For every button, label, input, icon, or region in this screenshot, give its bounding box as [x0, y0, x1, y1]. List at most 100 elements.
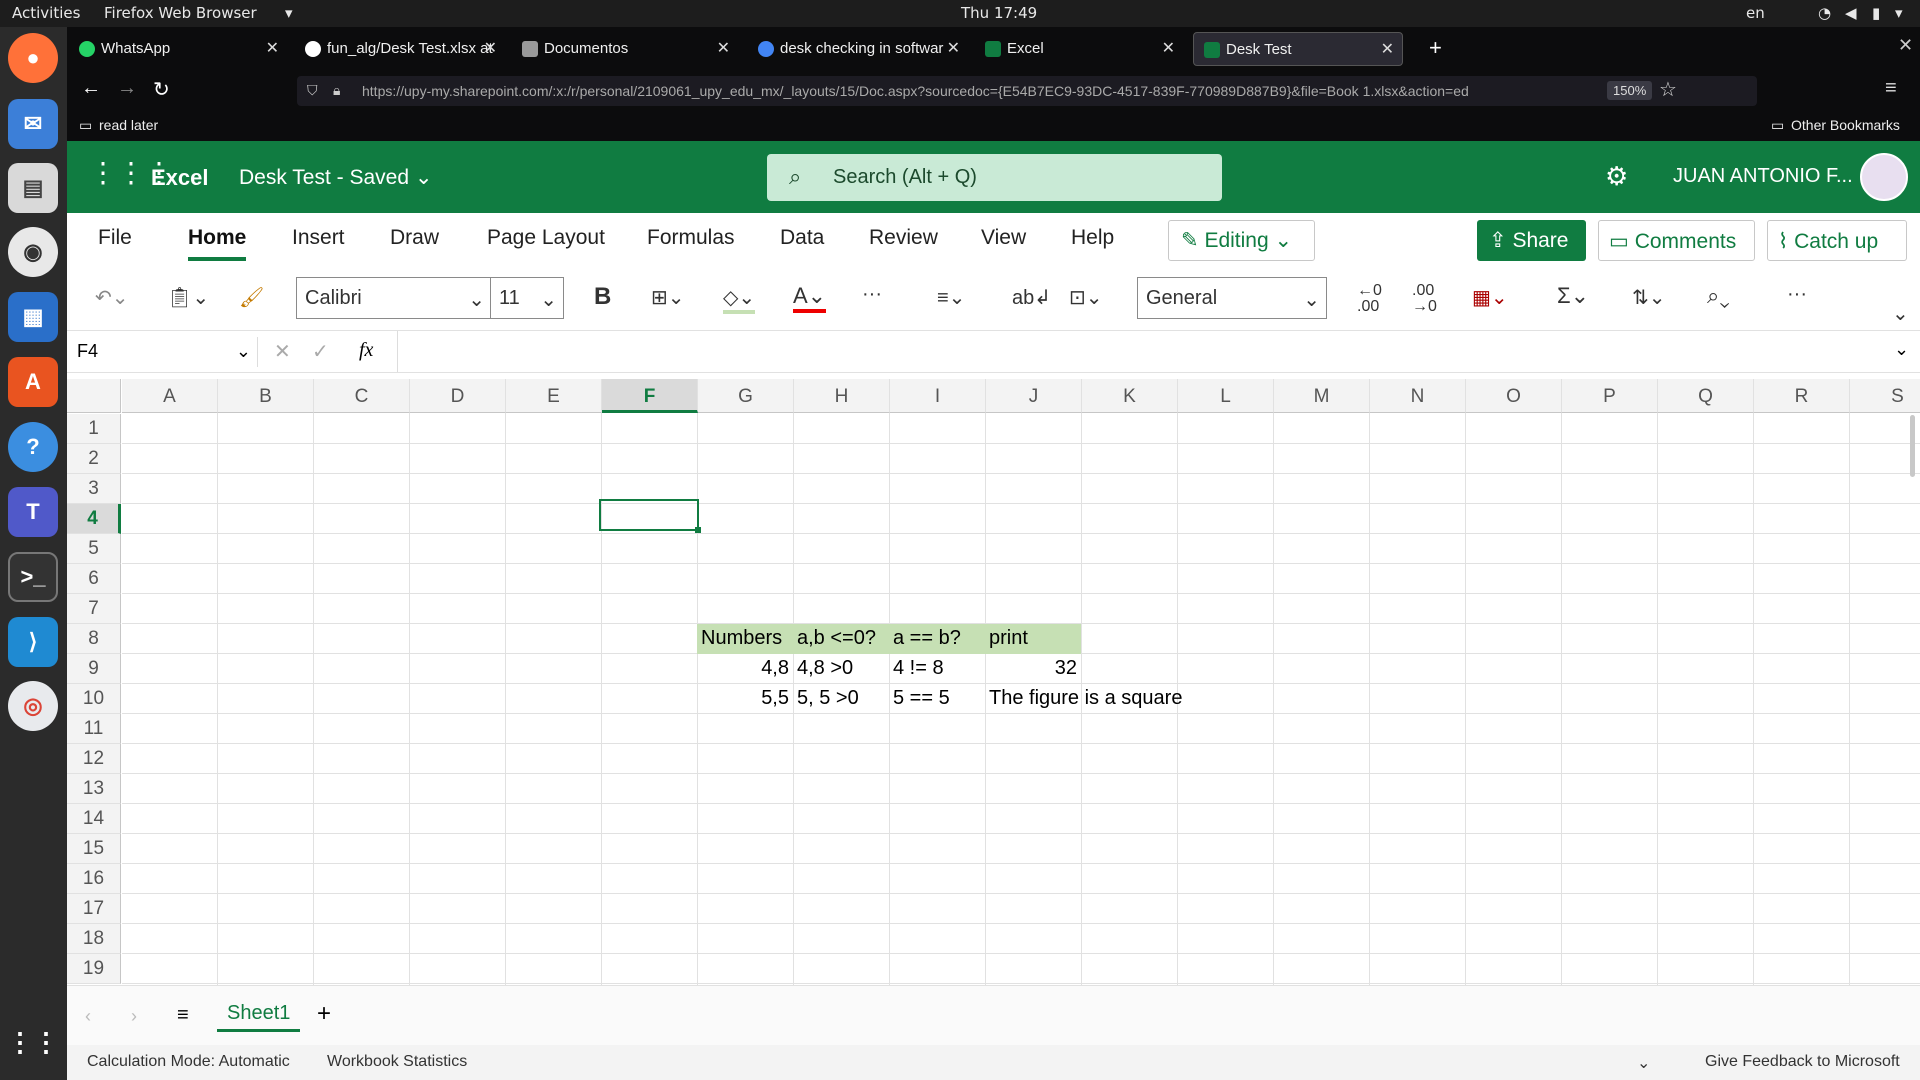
font-size-select[interactable]: 11 ⌄ — [490, 277, 564, 319]
tab-github[interactable]: fun_alg/Desk Test.xlsx at ✕ — [295, 32, 505, 66]
row-header[interactable]: 8 — [67, 624, 121, 654]
tab-data[interactable]: Data — [780, 226, 824, 250]
close-tab-icon[interactable]: ✕ — [717, 38, 730, 58]
close-tab-icon[interactable]: ✕ — [947, 38, 960, 58]
undo-icon[interactable]: ↶⌄ — [95, 285, 129, 310]
forward-icon[interactable]: → — [117, 77, 137, 100]
cell-G8[interactable]: Numbers — [697, 624, 793, 654]
column-header[interactable]: E — [506, 379, 602, 413]
tab-excel[interactable]: Excel ✕ — [975, 32, 1183, 66]
volume-icon[interactable]: ◀ — [1845, 4, 1857, 22]
column-header[interactable]: Q — [1658, 379, 1754, 413]
align-icon[interactable]: ≡⌄ — [937, 285, 965, 310]
row-header[interactable]: 1 — [67, 414, 121, 444]
column-header[interactable]: B — [218, 379, 314, 413]
settings-gear-icon[interactable]: ⚙ — [1605, 161, 1628, 192]
row-header[interactable]: 17 — [67, 894, 121, 924]
row-header[interactable]: 3 — [67, 474, 121, 504]
menu-icon[interactable]: ≡ — [1885, 77, 1897, 100]
battery-icon[interactable]: ▮ — [1872, 4, 1880, 22]
system-menu-chevron-icon[interactable]: ▾ — [1895, 4, 1903, 22]
expand-formula-icon[interactable]: ⌄ — [1894, 339, 1909, 360]
font-name-select[interactable]: Calibri ⌄ — [296, 277, 492, 319]
doc-title-button[interactable]: Desk Test - Saved ⌄ — [239, 165, 433, 190]
bookmark-other[interactable]: Other Bookmarks — [1791, 117, 1900, 133]
column-header[interactable]: H — [794, 379, 890, 413]
shield-icon[interactable]: ⛉ — [307, 82, 318, 99]
firefox-icon[interactable]: ● — [8, 33, 58, 83]
tab-whatsapp[interactable]: WhatsApp ✕ — [69, 32, 287, 66]
borders-icon[interactable]: ⊞⌄ — [651, 285, 685, 310]
column-header[interactable]: A — [122, 379, 218, 413]
activities-button[interactable]: Activities — [12, 4, 80, 22]
prev-sheet-icon[interactable]: ‹ — [85, 1006, 91, 1027]
writer-icon[interactable]: ▦ — [8, 292, 58, 342]
row-header[interactable]: 16 — [67, 864, 121, 894]
autosum-icon[interactable]: Σ⌄ — [1557, 283, 1589, 309]
row-header[interactable]: 4 — [67, 504, 121, 534]
close-tab-icon[interactable]: ✕ — [1381, 39, 1394, 59]
more-font-options-icon[interactable]: ··· — [862, 283, 882, 306]
software-center-icon[interactable]: A — [8, 357, 58, 407]
formula-input[interactable] — [397, 331, 1887, 372]
language-indicator[interactable]: en — [1746, 4, 1765, 22]
cell-J8[interactable]: print — [985, 624, 1081, 654]
expand-ribbon-icon[interactable]: ⌄ — [1892, 301, 1909, 326]
fill-handle[interactable] — [695, 527, 701, 533]
tab-review[interactable]: Review — [869, 226, 938, 250]
column-header[interactable]: O — [1466, 379, 1562, 413]
sheet-tab-active[interactable]: Sheet1 — [217, 998, 301, 1032]
column-header[interactable]: S — [1850, 379, 1920, 413]
lock-icon[interactable]: 🔒︎ — [333, 82, 340, 99]
row-header[interactable]: 18 — [67, 924, 121, 954]
bold-button[interactable]: B — [594, 283, 611, 311]
tab-desk-test[interactable]: Desk Test ✕ — [1193, 32, 1403, 66]
sort-filter-icon[interactable]: ⇅⌄ — [1632, 285, 1666, 310]
cell-H9[interactable]: 4,8 >0 — [793, 654, 889, 680]
add-sheet-button[interactable]: + — [317, 1000, 331, 1028]
more-options-icon[interactable]: ··· — [1787, 283, 1807, 306]
row-header[interactable]: 10 — [67, 684, 121, 714]
tab-insert[interactable]: Insert — [292, 226, 345, 250]
cell-H10[interactable]: 5, 5 >0 — [793, 684, 889, 710]
row-header[interactable]: 7 — [67, 594, 121, 624]
tab-view[interactable]: View — [981, 226, 1026, 250]
app-name[interactable]: Excel — [151, 165, 209, 191]
insert-function-icon[interactable]: fx — [359, 339, 373, 362]
url-text[interactable]: https://upy-my.sharepoint.com/:x:/r/pers… — [362, 83, 1469, 99]
thunderbird-icon[interactable]: ✉ — [8, 99, 58, 149]
new-tab-button[interactable]: + — [1429, 35, 1442, 61]
row-header[interactable]: 11 — [67, 714, 121, 744]
rhythmbox-icon[interactable]: ◉ — [8, 227, 58, 277]
vertical-scrollbar[interactable] — [1910, 415, 1915, 477]
row-header[interactable]: 14 — [67, 804, 121, 834]
tab-page-layout[interactable]: Page Layout — [487, 226, 605, 250]
column-header[interactable]: M — [1274, 379, 1370, 413]
workbook-stats[interactable]: Workbook Statistics — [327, 1053, 467, 1071]
terminal-icon[interactable]: >_ — [8, 552, 58, 602]
row-header[interactable]: 5 — [67, 534, 121, 564]
cell-I10[interactable]: 5 == 5 — [889, 684, 985, 710]
files-icon[interactable]: ▤ — [8, 163, 58, 213]
row-header[interactable]: 19 — [67, 954, 121, 984]
spreadsheet-grid[interactable]: ABCDEFGHIJKLMNOPQRS 1 2 3 4 5 6 7 8 9 10 11 12 13 14 1… — [67, 373, 1920, 985]
feedback-link[interactable]: Give Feedback to Microsoft — [1705, 1053, 1900, 1071]
cancel-icon[interactable]: ✕ — [274, 339, 291, 364]
next-sheet-icon[interactable]: › — [131, 1006, 137, 1027]
tab-file[interactable]: File — [98, 226, 132, 250]
teams-icon[interactable]: T — [8, 487, 58, 537]
tab-home[interactable]: Home — [188, 226, 246, 250]
increase-decimal-icon[interactable]: ←0.00 — [1357, 283, 1382, 315]
column-header[interactable]: C — [314, 379, 410, 413]
row-header[interactable]: 6 — [67, 564, 121, 594]
all-sheets-icon[interactable]: ≡ — [177, 1004, 189, 1027]
show-apps-icon[interactable]: ⋮⋮ — [7, 1017, 59, 1067]
app-menu[interactable]: Firefox Web Browser — [104, 4, 257, 22]
row-header[interactable]: 9 — [67, 654, 121, 684]
format-painter-icon[interactable]: 🖌︎ — [239, 285, 264, 310]
number-format-select[interactable]: General ⌄ — [1137, 277, 1327, 319]
select-all-corner[interactable] — [67, 379, 121, 413]
enter-icon[interactable]: ✓ — [312, 339, 329, 364]
tab-documentos[interactable]: Documentos ✕ — [512, 32, 738, 66]
reload-icon[interactable]: ↻ — [153, 77, 170, 102]
